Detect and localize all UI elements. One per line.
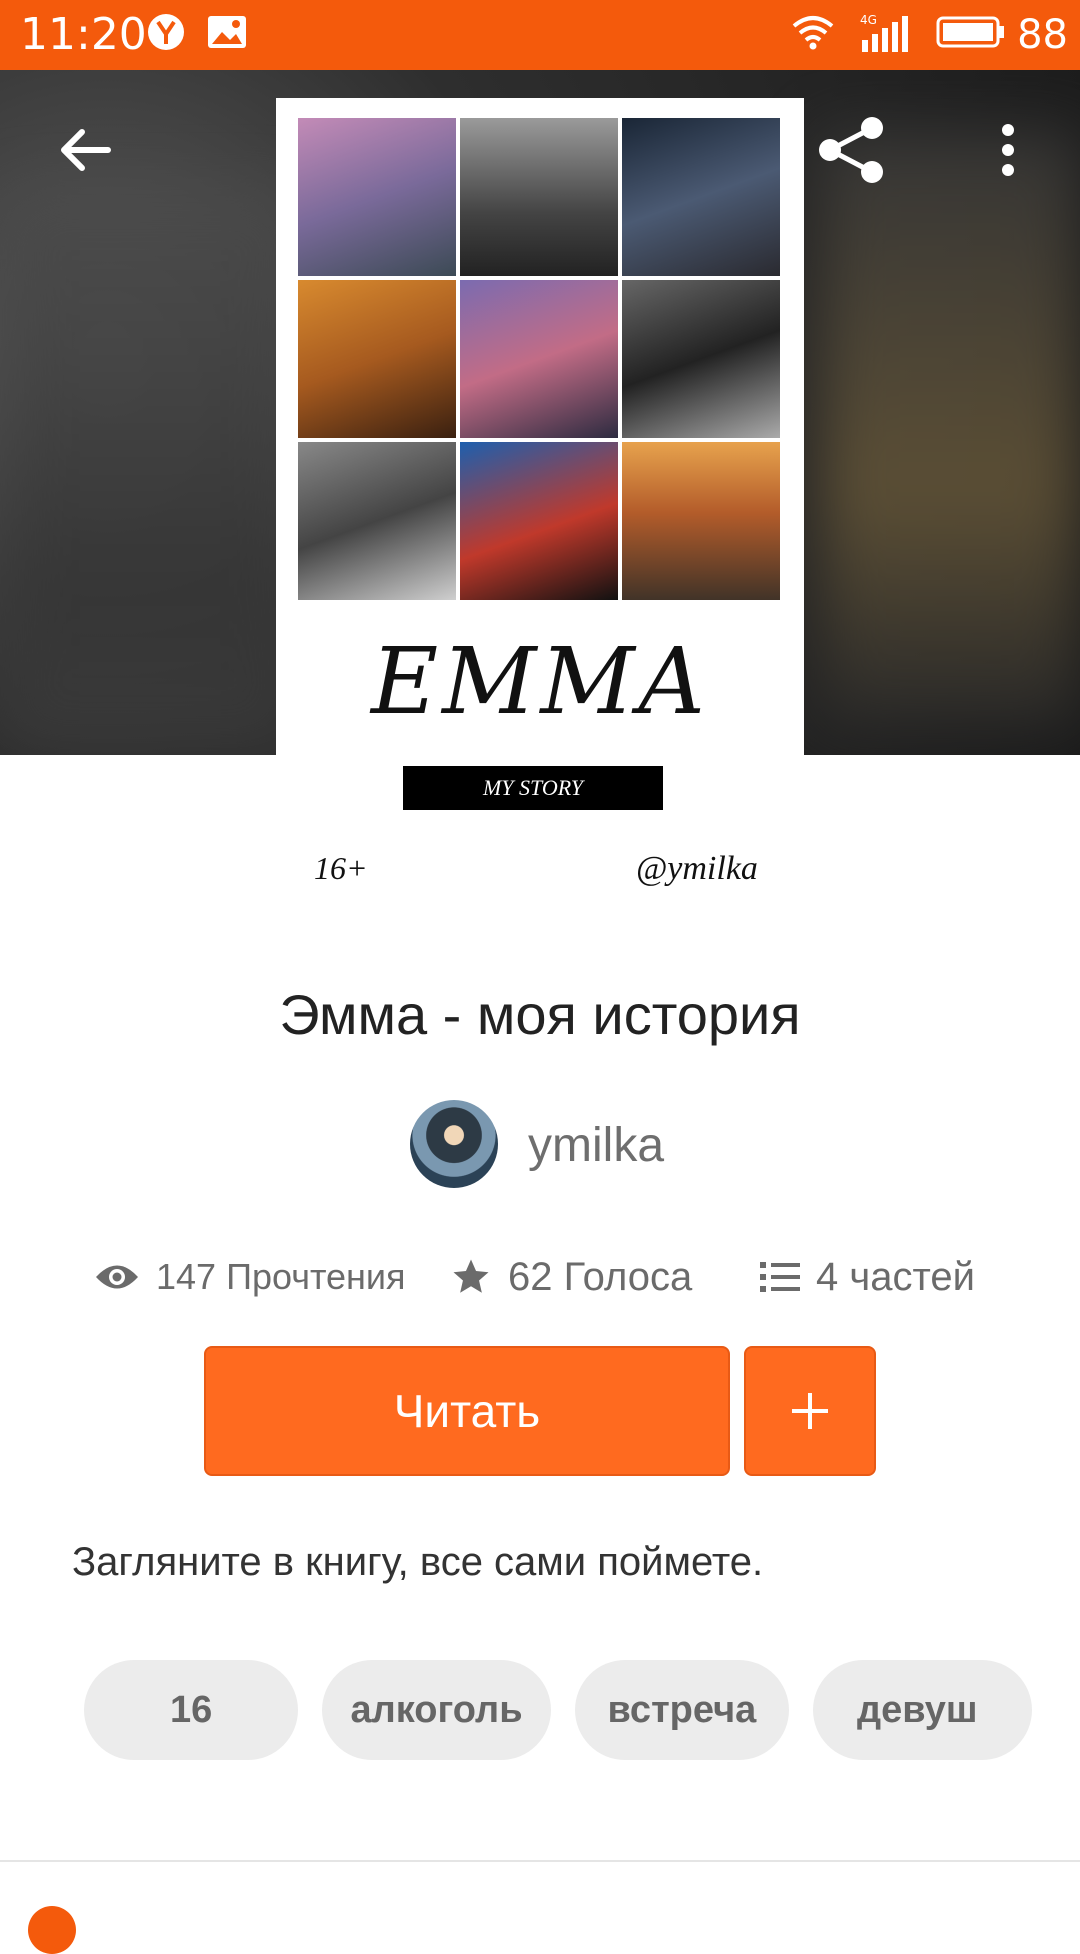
battery-icon bbox=[936, 12, 1006, 57]
read-button[interactable]: Читать bbox=[204, 1346, 730, 1476]
story-description: Загляните в книгу, все сами поймете. bbox=[72, 1540, 764, 1584]
author-avatar[interactable] bbox=[410, 1100, 498, 1188]
collage-photo bbox=[460, 442, 618, 600]
collage-photo bbox=[622, 118, 780, 276]
collage-photo bbox=[298, 280, 456, 438]
collage-photo bbox=[460, 280, 618, 438]
parts-count: 4 частей bbox=[816, 1254, 975, 1299]
cover-age-rating: 16+ bbox=[314, 850, 368, 886]
reads-count: 147 Прочтения bbox=[156, 1256, 406, 1297]
tag-chip[interactable]: алкоголь bbox=[322, 1660, 551, 1760]
cellular-signal-icon: 4G bbox=[858, 12, 914, 59]
cover-subtitle-badge: MY STORY bbox=[403, 766, 663, 810]
eye-icon bbox=[96, 1265, 138, 1289]
yandex-icon bbox=[146, 12, 186, 57]
votes-count: 62 Голоса bbox=[508, 1254, 693, 1299]
tag-chip[interactable]: встреча bbox=[574, 1660, 790, 1760]
collage-photo bbox=[622, 442, 780, 600]
plus-icon bbox=[792, 1393, 828, 1429]
share-button[interactable] bbox=[812, 110, 892, 190]
battery-level: 88 bbox=[1017, 12, 1068, 58]
cover-collage bbox=[298, 118, 780, 600]
collage-photo bbox=[298, 442, 456, 600]
list-icon bbox=[760, 1262, 800, 1292]
wifi-icon bbox=[790, 12, 836, 57]
status-time: 11:20 bbox=[20, 9, 147, 60]
collage-photo bbox=[622, 280, 780, 438]
stat-votes: 62 Голоса bbox=[450, 1252, 692, 1302]
image-icon bbox=[206, 12, 248, 57]
stat-reads: 147 Прочтения bbox=[94, 1252, 406, 1302]
cover-title-art: EMMA bbox=[371, 628, 709, 735]
book-cover: EMMA MY STORY 16+ @ymilka bbox=[276, 98, 804, 940]
add-to-library-button[interactable] bbox=[744, 1346, 876, 1476]
more-options-button[interactable] bbox=[968, 110, 1048, 190]
tags-scroller[interactable]: 16 алкоголь встреча девуш bbox=[84, 1660, 1032, 1762]
more-vertical-icon bbox=[1002, 124, 1014, 176]
bottom-section-icon bbox=[28, 1906, 76, 1954]
arrow-left-icon bbox=[61, 129, 111, 171]
star-icon bbox=[453, 1259, 489, 1293]
section-divider bbox=[0, 1860, 1080, 1862]
collage-photo bbox=[460, 118, 618, 276]
status-bar: 11:20 4G 88 bbox=[0, 0, 1080, 70]
svg-text:4G: 4G bbox=[860, 13, 877, 27]
tag-chip[interactable]: 16 bbox=[84, 1660, 299, 1760]
story-title: Эмма - моя история bbox=[279, 983, 801, 1046]
cover-handle: @ymilka bbox=[636, 850, 758, 887]
tag-chip[interactable]: девуш bbox=[813, 1660, 1032, 1760]
back-button[interactable] bbox=[44, 110, 124, 190]
share-icon bbox=[819, 117, 883, 183]
collage-photo bbox=[298, 118, 456, 276]
stat-parts[interactable]: 4 частей bbox=[760, 1252, 975, 1302]
author-name[interactable]: ymilka bbox=[528, 1118, 664, 1173]
